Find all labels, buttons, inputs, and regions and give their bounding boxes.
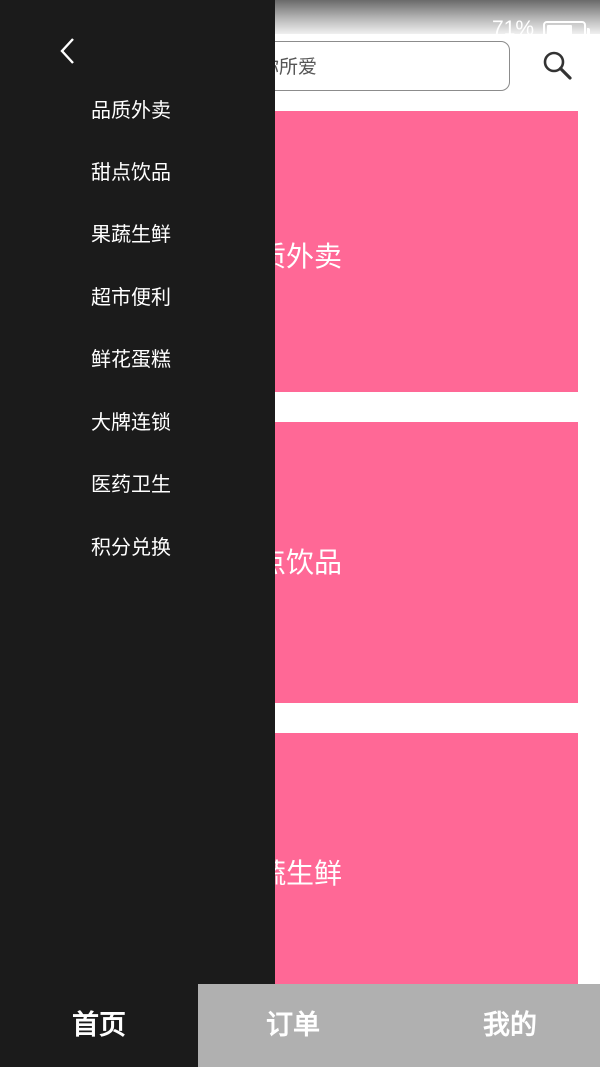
battery-level — [547, 25, 572, 37]
battery-percentage: 71% — [491, 17, 534, 40]
tab-orders[interactable]: 订单 — [198, 984, 388, 1067]
battery-icon — [543, 21, 590, 41]
drawer-item-fresh[interactable]: 果蔬生鲜 — [91, 221, 171, 247]
drawer-item-pharmacy[interactable]: 医药卫生 — [91, 471, 171, 497]
drawer-item-points[interactable]: 积分兑换 — [91, 534, 171, 560]
search-icon[interactable] — [540, 48, 574, 82]
drawer-item-brands[interactable]: 大牌连锁 — [91, 409, 171, 435]
drawer-item-flowers[interactable]: 鲜花蛋糕 — [91, 346, 171, 372]
tab-mine[interactable]: 我的 — [420, 984, 600, 1067]
side-drawer: 品质外卖 甜点饮品 果蔬生鲜 超市便利 鲜花蛋糕 大牌连锁 医药卫生 积分兑换 — [0, 0, 275, 984]
tab-home[interactable]: 首页 — [0, 984, 198, 1067]
drawer-item-market[interactable]: 超市便利 — [91, 284, 171, 310]
back-icon[interactable] — [58, 36, 78, 66]
bottom-tab-bar: 首页 订单 我的 — [0, 984, 600, 1067]
drawer-item-desserts[interactable]: 甜点饮品 — [91, 159, 171, 185]
drawer-item-delivery[interactable]: 品质外卖 — [91, 97, 171, 123]
